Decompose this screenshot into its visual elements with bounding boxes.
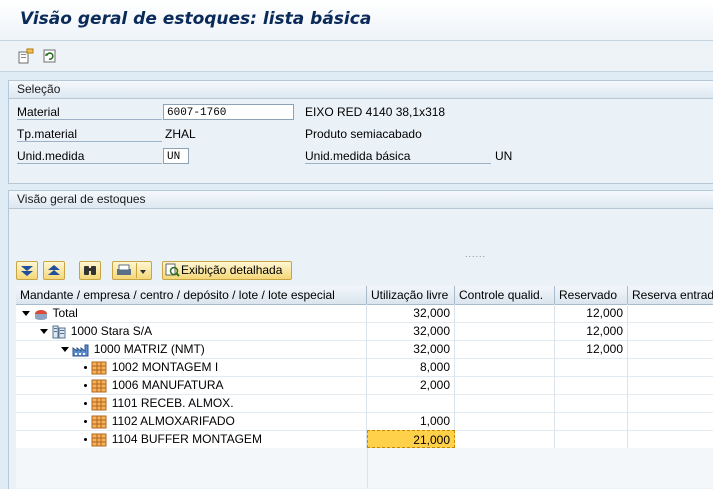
column-header-livre[interactable]: Utilização livre — [367, 286, 455, 304]
cell-reservado — [555, 430, 628, 448]
page-title: Visão geral de estoques: lista básica — [20, 9, 372, 29]
cell-qualidade — [455, 394, 555, 412]
cell-qualidade — [455, 322, 555, 340]
storage-icon — [91, 433, 107, 447]
cell-reserva-entrada — [628, 394, 713, 412]
material-field[interactable]: 6007-1760 — [163, 104, 294, 120]
splitter-handle[interactable]: ...... — [465, 249, 486, 259]
stock-grid: Mandante / empresa / centro / depósito /… — [16, 286, 713, 488]
column-header-hierarchy[interactable]: Mandante / empresa / centro / depósito /… — [16, 286, 367, 304]
cell-livre: 2,000 — [367, 376, 455, 394]
expanded-node-icon[interactable] — [61, 347, 69, 353]
cell-reservado: 12,000 — [555, 340, 628, 358]
column-header-reservado[interactable]: Reservado — [555, 286, 628, 304]
stock-overview-header: Visão geral de estoques — [9, 191, 713, 209]
expanded-node-icon[interactable] — [40, 329, 48, 335]
cell-livre: 32,000 — [367, 322, 455, 340]
expanded-node-icon[interactable] — [22, 311, 30, 317]
storage-icon — [91, 361, 107, 375]
magnifier-icon — [165, 263, 180, 277]
collapse-all-icon[interactable] — [43, 261, 65, 280]
base-unit-label: Unid.medida básica — [305, 149, 491, 164]
leaf-bullet-icon — [84, 420, 87, 424]
leaf-bullet-icon — [84, 438, 87, 442]
cell-livre: 32,000 — [367, 340, 455, 358]
leaf-bullet-icon — [84, 366, 87, 370]
table-row[interactable]: 1101 RECEB. ALMOX. — [16, 394, 713, 413]
new-icon[interactable] — [16, 46, 36, 66]
cell-livre: 1,000 — [367, 412, 455, 430]
storage-icon — [91, 415, 107, 429]
cell-qualidade — [455, 376, 555, 394]
table-row[interactable]: 1002 MONTAGEM I 8,000 — [16, 358, 713, 377]
row-label: 1102 ALMOXARIFADO — [111, 414, 235, 428]
material-type-label: Tp.material — [17, 127, 162, 142]
row-label: 1006 MANUFATURA — [111, 378, 224, 392]
unit-label: Unid.medida — [17, 149, 162, 164]
table-row[interactable]: 1104 BUFFER MONTAGEM 21,000 — [16, 430, 713, 449]
cell-reservado — [555, 412, 628, 430]
cell-qualidade — [455, 358, 555, 376]
base-unit-value: UN — [495, 149, 513, 163]
row-label: 1000 Stara S/A — [70, 324, 153, 338]
cell-qualidade — [455, 304, 555, 322]
table-row[interactable]: Total 32,000 12,000 — [16, 304, 713, 323]
print-icon[interactable] — [112, 261, 152, 280]
cell-livre: 32,000 — [367, 304, 455, 322]
cell-qualidade — [455, 340, 555, 358]
grid-empty-area — [16, 448, 713, 488]
find-icon[interactable] — [79, 261, 101, 280]
column-header-reserva-entrada[interactable]: Reserva entrad — [628, 286, 713, 304]
cell-reservado — [555, 358, 628, 376]
table-row[interactable]: 1006 MANUFATURA 2,000 — [16, 376, 713, 395]
detailed-display-button[interactable]: Exibição detalhada — [162, 261, 292, 280]
row-label: 1104 BUFFER MONTAGEM — [111, 432, 262, 446]
selection-header: Seleção — [9, 81, 713, 99]
material-description: EIXO RED 4140 38,1x318 — [305, 105, 446, 119]
material-type-description: Produto semiacabado — [305, 127, 422, 141]
cell-livre-selected[interactable]: 21,000 — [367, 430, 455, 448]
refresh-icon[interactable] — [40, 46, 60, 66]
cell-reserva-entrada — [628, 322, 713, 340]
unit-field[interactable]: UN — [163, 148, 189, 164]
leaf-bullet-icon — [84, 402, 87, 406]
storage-icon — [91, 379, 107, 393]
cell-qualidade — [455, 430, 555, 448]
cell-reservado — [555, 394, 628, 412]
row-label: 1002 MONTAGEM I — [111, 360, 219, 374]
leaf-bullet-icon — [84, 384, 87, 388]
table-row[interactable]: 1000 MATRIZ (NMT) 32,000 12,000 — [16, 340, 713, 359]
cell-reserva-entrada — [628, 430, 713, 448]
cell-reservado: 12,000 — [555, 322, 628, 340]
cell-reserva-entrada — [628, 304, 713, 322]
row-label: Total — [52, 306, 78, 320]
selection-group: Seleção Material 6007-1760 EIXO RED 4140… — [8, 80, 713, 184]
row-label: 1101 RECEB. ALMOX. — [111, 396, 234, 410]
plant-icon — [72, 344, 89, 357]
detailed-display-label: Exibição detalhada — [181, 263, 283, 277]
row-label: 1000 MATRIZ (NMT) — [93, 342, 205, 356]
company-icon — [52, 325, 66, 339]
cell-qualidade — [455, 412, 555, 430]
material-type-value: ZHAL — [165, 127, 196, 141]
table-row[interactable]: 1000 Stara S/A 32,000 12,000 — [16, 322, 713, 341]
cell-livre: 8,000 — [367, 358, 455, 376]
cell-livre — [367, 394, 455, 412]
cell-reserva-entrada — [628, 376, 713, 394]
cell-reservado: 12,000 — [555, 304, 628, 322]
table-row[interactable]: 1102 ALMOXARIFADO 1,000 — [16, 412, 713, 431]
cell-reserva-entrada — [628, 412, 713, 430]
cell-reserva-entrada — [628, 358, 713, 376]
material-label: Material — [17, 105, 162, 120]
cell-reservado — [555, 376, 628, 394]
cell-reserva-entrada — [628, 340, 713, 358]
title-bar: Visão geral de estoques: lista básica — [0, 0, 713, 41]
application-toolbar — [0, 41, 713, 72]
grid-header: Mandante / empresa / centro / depósito /… — [16, 286, 713, 305]
column-header-qualidade[interactable]: Controle qualid. — [455, 286, 555, 304]
storage-icon — [91, 397, 107, 411]
expand-all-icon[interactable] — [16, 261, 38, 280]
total-icon — [35, 309, 48, 320]
